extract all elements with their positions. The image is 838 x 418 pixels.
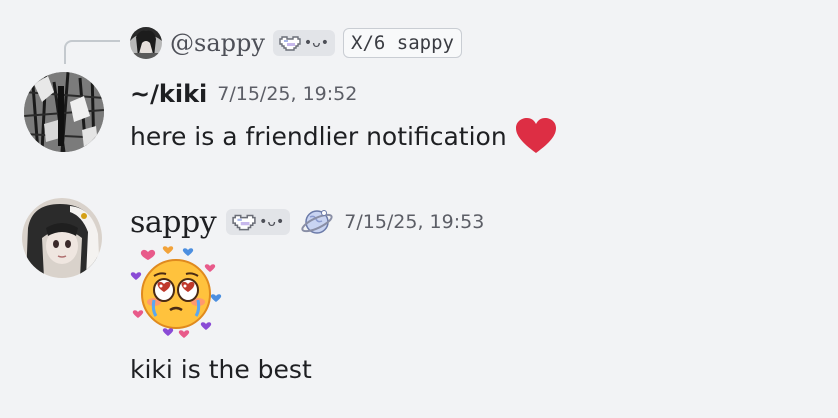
avatar[interactable] — [24, 72, 104, 152]
message-text: here is a friendlier notification — [130, 121, 507, 151]
message-header: sappy •ᴗ• 7/15/25, 19:53 — [130, 202, 484, 242]
message-text: kiki is the best — [130, 355, 312, 384]
pixel-heart-icon — [279, 36, 301, 51]
tag-text: •ᴗ• — [259, 214, 285, 230]
guild-tag[interactable]: •ᴗ• — [226, 209, 291, 235]
username[interactable]: ~/kiki — [130, 80, 207, 108]
reply-tag-text: •ᴗ• — [303, 35, 330, 51]
message-header: ~/kiki 7/15/25, 19:52 — [130, 76, 357, 112]
timestamp[interactable]: 7/15/25, 19:52 — [217, 83, 357, 105]
red-heart-icon[interactable] — [515, 117, 557, 155]
planet-badge-icon[interactable] — [300, 205, 334, 239]
avatar[interactable] — [22, 198, 102, 278]
reply-server-tag[interactable]: X/6 sappy — [343, 28, 462, 58]
message-content: here is a friendlier notification — [130, 116, 557, 156]
pleading-hearts-face-sticker[interactable] — [128, 244, 224, 340]
timestamp[interactable]: 7/15/25, 19:53 — [344, 211, 484, 233]
reply-guild-tag[interactable]: •ᴗ• — [272, 30, 336, 56]
reply-preview[interactable]: @sappy •ᴗ• X/6 sappy — [130, 26, 462, 60]
reply-connector — [64, 40, 120, 64]
pixel-heart-icon — [232, 214, 256, 231]
username[interactable]: sappy — [130, 205, 217, 240]
reply-username[interactable]: @sappy — [170, 29, 265, 57]
reply-avatar[interactable] — [130, 27, 162, 59]
